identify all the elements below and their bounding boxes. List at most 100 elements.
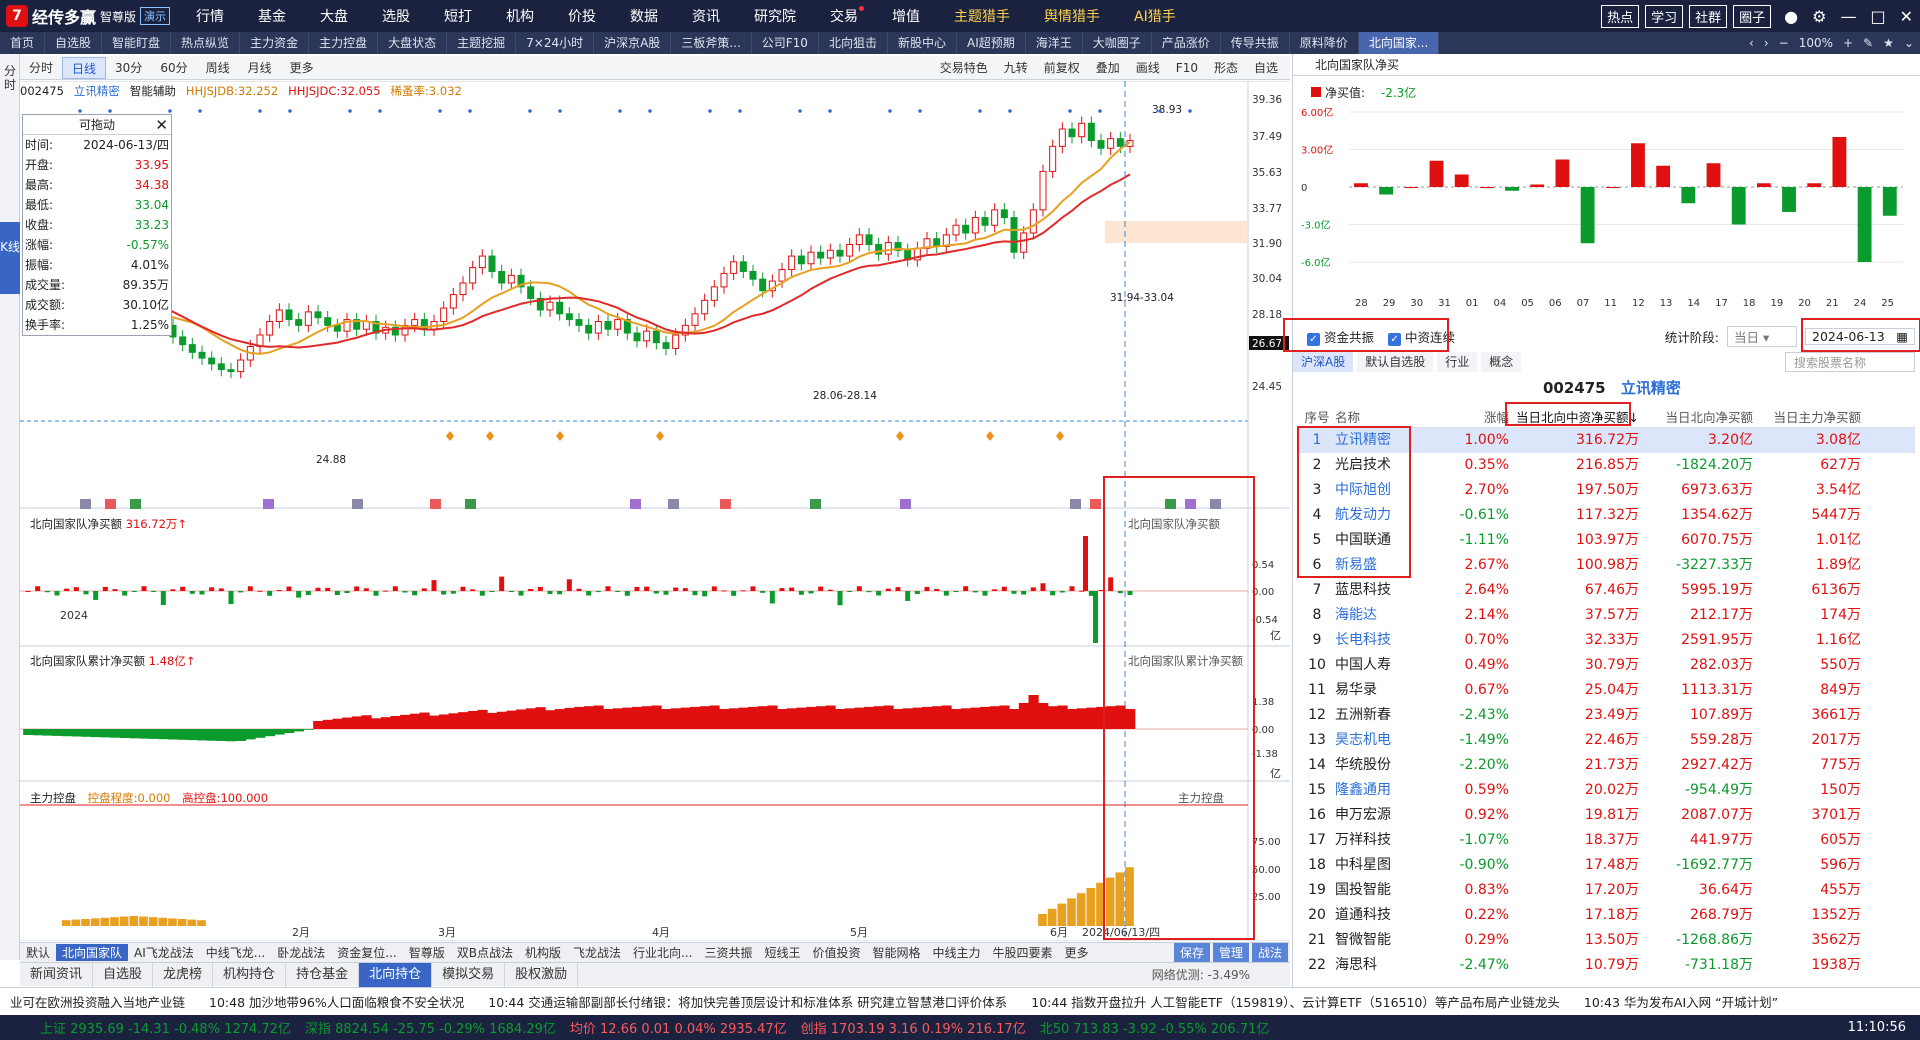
- period-2[interactable]: 30分: [106, 57, 151, 79]
- menu-8[interactable]: 资讯: [692, 6, 720, 26]
- tab-11[interactable]: 公司F10: [752, 32, 819, 54]
- event-marker-icon[interactable]: [900, 499, 911, 509]
- strategy-action-1[interactable]: 管理: [1212, 943, 1249, 963]
- fenshi-tab[interactable]: 分时: [2, 64, 18, 92]
- table-header-4[interactable]: 当日北向净买额: [1639, 408, 1753, 427]
- table-row[interactable]: 15 隆鑫通用 0.59% 20.02万 -954.49万 150万: [1299, 778, 1915, 803]
- tab-19[interactable]: 原料降价: [1290, 32, 1359, 54]
- menu-4[interactable]: 短打: [444, 6, 472, 26]
- strategy-tab-13[interactable]: 价值投资: [806, 944, 866, 961]
- chart-tool-4[interactable]: 画线: [1128, 57, 1168, 79]
- tab-12[interactable]: 北向狙击: [819, 32, 888, 54]
- menu-12[interactable]: 主题猎手: [954, 6, 1010, 26]
- hot-button[interactable]: 热点: [1601, 4, 1640, 28]
- tab-9[interactable]: 沪深京A股: [594, 32, 672, 54]
- event-marker-icon[interactable]: [130, 499, 141, 509]
- event-marker-icon[interactable]: [80, 499, 91, 509]
- news-item[interactable]: 10:44 交通运输部副部长付绪银：将加快完善顶层设计和标准体系 研究建立智慧港…: [488, 992, 1007, 1011]
- northbound-bar-chart[interactable]: 6.00亿 3.00亿 0 -3.0亿 -6.0亿 28 29 30 31 01 04 05 06 07 1…: [1293, 98, 1920, 308]
- strategy-tab-14[interactable]: 智能网格: [866, 944, 926, 961]
- info-tab-5[interactable]: 北向持仓: [359, 962, 433, 987]
- news-item[interactable]: 10:48 加沙地带96%人口面临粮食不安全状况: [209, 992, 464, 1011]
- avg-index[interactable]: 均价 12.66 0.01 0.04% 2935.47亿: [570, 1018, 787, 1037]
- pen-icon[interactable]: ✎: [1863, 36, 1873, 50]
- strategy-tab-16[interactable]: 牛股四要素: [987, 944, 1059, 961]
- strategy-tab-2[interactable]: AI飞龙战法: [128, 944, 200, 961]
- sz-index[interactable]: 深指 8824.54 -25.75 -0.29% 1684.29亿: [305, 1018, 556, 1037]
- table-header-5[interactable]: 当日主力净买额: [1753, 408, 1865, 427]
- tab-4[interactable]: 主力资金: [240, 32, 310, 54]
- close-icon[interactable]: ✕: [1900, 7, 1913, 26]
- news-ticker[interactable]: 业可在欧洲投资融入当地产业链 10:48 加沙地带96%人口面临粮食不安全状况 10…: [0, 987, 1920, 1015]
- community-button[interactable]: 社群: [1689, 4, 1728, 28]
- chart-tool-1[interactable]: 九转: [996, 57, 1036, 79]
- table-row[interactable]: 11 易华录 0.67% 25.04万 1113.31万 849万: [1299, 678, 1915, 703]
- event-marker-icon[interactable]: [352, 499, 363, 509]
- info-box-header[interactable]: 可拖动 ✕: [23, 115, 171, 135]
- cy-index[interactable]: 创指 1703.19 3.16 0.19% 216.17亿: [801, 1018, 1026, 1037]
- demo-badge[interactable]: 演示: [140, 7, 171, 25]
- info-tab-4[interactable]: 持仓基金: [286, 962, 360, 987]
- info-tab-0[interactable]: 新闻资讯: [20, 962, 94, 987]
- tab-7[interactable]: 主题挖掘: [447, 32, 517, 54]
- news-item[interactable]: 业可在欧洲投资融入当地产业链: [10, 992, 185, 1011]
- stock-search-input[interactable]: 搜索股票名称: [1785, 352, 1915, 372]
- strategy-tab-0[interactable]: 默认: [20, 944, 56, 961]
- info-tab-7[interactable]: 股权激励: [505, 962, 579, 987]
- menu-7[interactable]: 数据: [630, 6, 658, 26]
- table-row[interactable]: 21 智微智能 0.29% 13.50万 -1268.86万 3562万: [1299, 928, 1915, 953]
- event-marker-icon[interactable]: [668, 499, 679, 509]
- info-tab-2[interactable]: 龙虎榜: [153, 962, 214, 987]
- tab-0[interactable]: 首页: [0, 32, 46, 54]
- chart-tool-7[interactable]: 自选: [1246, 57, 1286, 79]
- strategy-tab-3[interactable]: 中线飞龙...: [200, 944, 271, 961]
- table-row[interactable]: 7 蓝思科技 2.64% 67.46万 5995.19万 6136万: [1299, 578, 1915, 603]
- menu-10[interactable]: 交易: [830, 6, 865, 26]
- menu-13[interactable]: 舆情猎手: [1044, 6, 1100, 26]
- close-icon[interactable]: ✕: [155, 115, 168, 135]
- table-row[interactable]: 9 长电科技 0.70% 32.33万 2591.95万 1.16亿: [1299, 628, 1915, 653]
- period-5[interactable]: 月线: [239, 57, 281, 79]
- strategy-tab-15[interactable]: 中线主力: [927, 944, 987, 961]
- menu-5[interactable]: 机构: [506, 6, 534, 26]
- chevron-left-icon[interactable]: ‹: [1749, 36, 1754, 50]
- table-header-0[interactable]: 序号: [1299, 408, 1335, 427]
- event-marker-icon[interactable]: [720, 499, 731, 509]
- menu-0[interactable]: 行情: [196, 6, 224, 26]
- strategy-tab-12[interactable]: 短线王: [758, 944, 806, 961]
- strategy-action-0[interactable]: 保存: [1173, 943, 1210, 963]
- market-subtab-3[interactable]: 概念: [1481, 352, 1522, 372]
- chevron-right-icon[interactable]: ›: [1764, 36, 1769, 50]
- menu-1[interactable]: 基金: [258, 6, 286, 26]
- study-button[interactable]: 学习: [1645, 4, 1684, 28]
- tab-5[interactable]: 主力控盘: [309, 32, 379, 54]
- chart-tool-5[interactable]: F10: [1168, 57, 1206, 79]
- market-subtab-0[interactable]: 沪深A股: [1293, 352, 1354, 372]
- info-tab-6[interactable]: 模拟交易: [432, 962, 506, 987]
- chevron-down-icon[interactable]: ⌄: [1904, 36, 1914, 50]
- event-marker-icon[interactable]: [1090, 499, 1101, 509]
- period-0[interactable]: 分时: [20, 57, 62, 79]
- strategy-action-2[interactable]: 战法: [1251, 943, 1288, 963]
- table-row[interactable]: 17 万祥科技 -1.07% 18.37万 441.97万 605万: [1299, 828, 1915, 853]
- strategy-tab-1[interactable]: 北向国家队: [56, 944, 129, 961]
- strategy-tab-8[interactable]: 机构版: [519, 944, 567, 961]
- strategy-tab-5[interactable]: 资金复位...: [331, 944, 402, 961]
- maximize-icon[interactable]: □: [1870, 7, 1885, 26]
- tab-6[interactable]: 大盘状态: [378, 32, 448, 54]
- tab-16[interactable]: 大咖圈子: [1083, 32, 1152, 54]
- user-icon[interactable]: ●: [1784, 7, 1798, 26]
- strategy-tab-6[interactable]: 智尊版: [403, 944, 451, 961]
- table-row[interactable]: 13 昊志机电 -1.49% 22.46万 559.28万 2017万: [1299, 728, 1915, 753]
- tab-20[interactable]: 北向国家...: [1358, 32, 1440, 54]
- kline-tab[interactable]: K线: [0, 222, 20, 294]
- table-row[interactable]: 14 华统股份 -2.20% 21.73万 2927.42万 775万: [1299, 753, 1915, 778]
- event-marker-icon[interactable]: [105, 499, 116, 509]
- period-select[interactable]: 当日 ▾: [1727, 325, 1797, 347]
- table-row[interactable]: 16 申万宏源 0.92% 19.81万 2087.07万 3701万: [1299, 803, 1915, 828]
- draggable-info-box[interactable]: 可拖动 ✕ 时间: 2024-06-13/四 开盘: 33.95 最高: 34.38 最低:…: [22, 114, 172, 336]
- tab-8[interactable]: 7×24小时: [516, 32, 595, 54]
- menu-14[interactable]: AI猎手: [1134, 6, 1176, 26]
- table-row[interactable]: 20 道通科技 0.22% 17.18万 268.79万 1352万: [1299, 903, 1915, 928]
- menu-2[interactable]: 大盘: [320, 6, 348, 26]
